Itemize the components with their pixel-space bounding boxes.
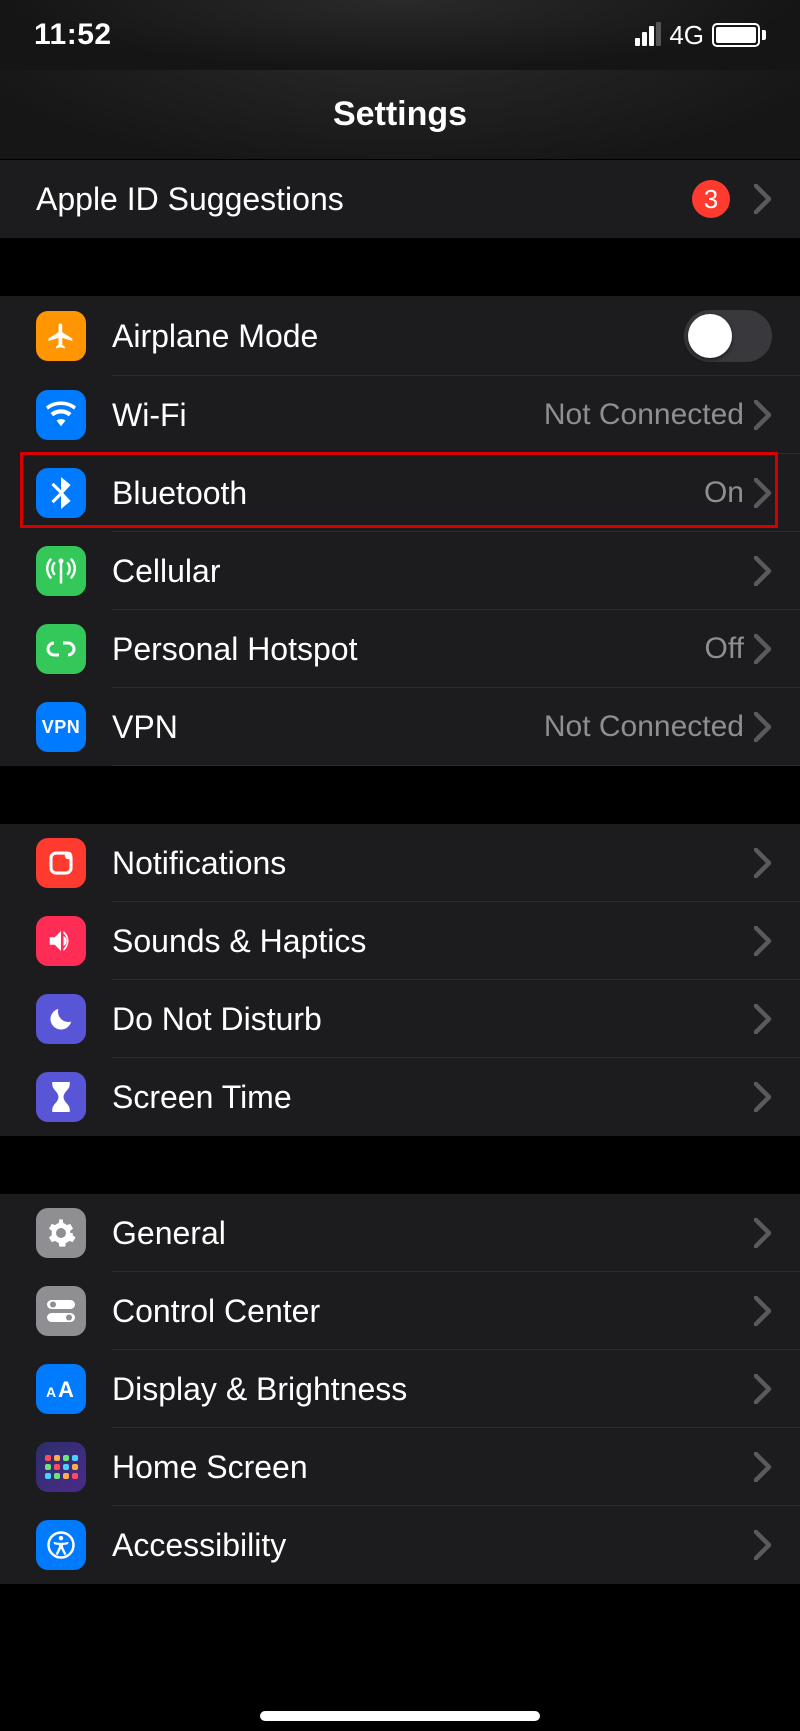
- row-label: Apple ID Suggestions: [36, 181, 692, 218]
- row-vpn[interactable]: VPN VPN Not Connected: [0, 688, 800, 766]
- chevron-right-icon: [754, 478, 772, 508]
- chevron-right-icon: [754, 712, 772, 742]
- section-apple-id: Apple ID Suggestions 3: [0, 160, 800, 238]
- page-title: Settings: [333, 95, 467, 134]
- hourglass-icon: [36, 1072, 86, 1122]
- section-connectivity: Airplane Mode Wi-Fi Not Connected Blueto…: [0, 296, 800, 766]
- row-label: VPN: [112, 709, 544, 746]
- chevron-right-icon: [754, 848, 772, 878]
- row-label: Do Not Disturb: [112, 1001, 754, 1038]
- badge-count: 3: [692, 180, 730, 218]
- row-value: Not Connected: [544, 398, 744, 432]
- home-screen-icon: [36, 1442, 86, 1492]
- row-personal-hotspot[interactable]: Personal Hotspot Off: [0, 610, 800, 688]
- row-control-center[interactable]: Control Center: [0, 1272, 800, 1350]
- battery-icon: [712, 23, 766, 47]
- row-bluetooth[interactable]: Bluetooth On: [0, 454, 800, 532]
- row-label: Home Screen: [112, 1449, 754, 1486]
- row-accessibility[interactable]: Accessibility: [0, 1506, 800, 1584]
- row-screen-time[interactable]: Screen Time: [0, 1058, 800, 1136]
- row-label: Airplane Mode: [112, 318, 684, 355]
- row-sounds-haptics[interactable]: Sounds & Haptics: [0, 902, 800, 980]
- row-cellular[interactable]: Cellular: [0, 532, 800, 610]
- chevron-right-icon: [754, 1530, 772, 1560]
- status-time: 11:52: [34, 18, 112, 52]
- svg-text:A: A: [46, 1384, 56, 1400]
- row-label: Bluetooth: [112, 475, 704, 512]
- chevron-right-icon: [754, 1004, 772, 1034]
- status-indicators: 4G: [635, 20, 766, 51]
- chevron-right-icon: [754, 634, 772, 664]
- hotspot-icon: [36, 624, 86, 674]
- home-indicator[interactable]: [260, 1711, 540, 1721]
- airplane-icon: [36, 311, 86, 361]
- row-label: Control Center: [112, 1293, 754, 1330]
- row-notifications[interactable]: Notifications: [0, 824, 800, 902]
- chevron-right-icon: [754, 1374, 772, 1404]
- sounds-icon: [36, 916, 86, 966]
- row-label: Wi-Fi: [112, 397, 544, 434]
- row-label: Accessibility: [112, 1527, 754, 1564]
- cellular-icon: [36, 546, 86, 596]
- row-airplane-mode[interactable]: Airplane Mode: [0, 296, 800, 376]
- row-display-brightness[interactable]: AA Display & Brightness: [0, 1350, 800, 1428]
- vpn-icon: VPN: [36, 702, 86, 752]
- chevron-right-icon: [754, 1296, 772, 1326]
- moon-icon: [36, 994, 86, 1044]
- row-general[interactable]: General: [0, 1194, 800, 1272]
- row-home-screen[interactable]: Home Screen: [0, 1428, 800, 1506]
- section-general: General Control Center AA Display & Brig…: [0, 1194, 800, 1584]
- accessibility-icon: [36, 1520, 86, 1570]
- row-do-not-disturb[interactable]: Do Not Disturb: [0, 980, 800, 1058]
- network-type-label: 4G: [669, 20, 704, 51]
- row-label: Personal Hotspot: [112, 631, 705, 668]
- row-label: Notifications: [112, 845, 754, 882]
- text-size-icon: AA: [36, 1364, 86, 1414]
- row-label: Sounds & Haptics: [112, 923, 754, 960]
- row-wifi[interactable]: Wi-Fi Not Connected: [0, 376, 800, 454]
- row-value: Not Connected: [544, 710, 744, 744]
- chevron-right-icon: [754, 400, 772, 430]
- chevron-right-icon: [754, 556, 772, 586]
- row-value: On: [704, 476, 744, 510]
- nav-header: Settings: [0, 70, 800, 160]
- chevron-right-icon: [754, 1218, 772, 1248]
- chevron-right-icon: [754, 1082, 772, 1112]
- settings-screen: 11:52 4G Settings Apple ID Suggestions 3…: [0, 0, 800, 1731]
- row-label: General: [112, 1215, 754, 1252]
- section-alerts: Notifications Sounds & Haptics Do Not Di…: [0, 824, 800, 1136]
- gear-icon: [36, 1208, 86, 1258]
- chevron-right-icon: [754, 184, 772, 214]
- wifi-icon: [36, 390, 86, 440]
- notifications-icon: [36, 838, 86, 888]
- row-label: Display & Brightness: [112, 1371, 754, 1408]
- cellular-signal-icon: [635, 24, 661, 46]
- status-bar: 11:52 4G: [0, 0, 800, 70]
- bluetooth-icon: [36, 468, 86, 518]
- chevron-right-icon: [754, 926, 772, 956]
- row-apple-id-suggestions[interactable]: Apple ID Suggestions 3: [0, 160, 800, 238]
- row-label: Screen Time: [112, 1079, 754, 1116]
- row-value: Off: [705, 632, 744, 666]
- airplane-mode-switch[interactable]: [684, 310, 772, 362]
- row-label: Cellular: [112, 553, 754, 590]
- toggles-icon: [36, 1286, 86, 1336]
- svg-text:A: A: [58, 1377, 74, 1401]
- chevron-right-icon: [754, 1452, 772, 1482]
